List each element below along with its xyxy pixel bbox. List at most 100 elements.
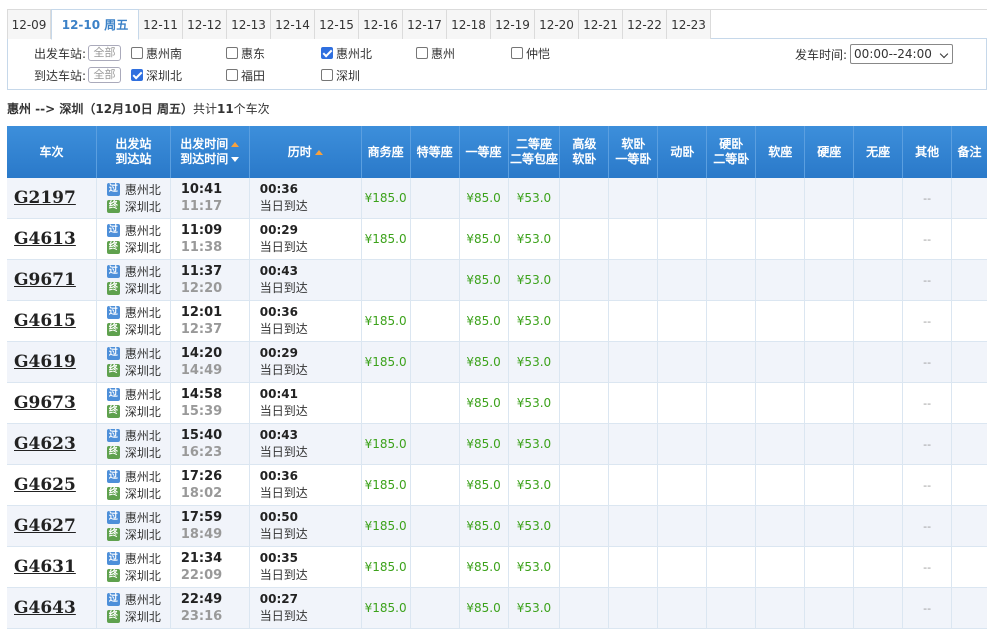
stations-cell: 过惠州北终深圳北 xyxy=(97,547,171,587)
train-number-link[interactable]: G4627 xyxy=(7,506,97,546)
station-checkbox[interactable] xyxy=(226,69,238,81)
to-station[interactable]: 深圳北 xyxy=(125,526,161,543)
date-tab[interactable]: 12-17 xyxy=(403,9,447,39)
table-row: G4619 过惠州北终深圳北 14:20 14:49 00:29 当日到达 ¥185.0 ¥8… xyxy=(7,342,987,383)
arrive-time: 14:49 xyxy=(180,363,223,378)
to-station[interactable]: 深圳北 xyxy=(125,403,161,420)
to-station[interactable]: 深圳北 xyxy=(125,362,161,379)
seat-price: ¥85.0 xyxy=(466,478,501,492)
header-remark: 备注 xyxy=(957,144,982,159)
pass-station-icon: 过 xyxy=(106,265,120,278)
table-row: G4615 过惠州北终深圳北 12:01 12:37 00:36 当日到达 ¥185.0 ¥8… xyxy=(7,301,987,342)
stations-cell: 过惠州北终深圳北 xyxy=(97,342,171,382)
from-station[interactable]: 惠州北 xyxy=(125,222,161,239)
to-station[interactable]: 深圳北 xyxy=(125,280,161,297)
from-station[interactable]: 惠州北 xyxy=(125,181,161,198)
empty-cell xyxy=(411,178,460,218)
date-tab[interactable]: 12-21 xyxy=(579,9,623,39)
station-option[interactable]: 福田 xyxy=(226,67,321,84)
from-station[interactable]: 惠州北 xyxy=(125,427,161,444)
station-checkbox[interactable] xyxy=(511,47,523,59)
to-station[interactable]: 深圳北 xyxy=(125,321,161,338)
from-station[interactable]: 惠州北 xyxy=(125,304,161,321)
to-station[interactable]: 深圳北 xyxy=(125,198,161,215)
date-tab[interactable]: 12-23 xyxy=(667,9,711,39)
to-station[interactable]: 深圳北 xyxy=(125,608,161,625)
from-station[interactable]: 惠州北 xyxy=(125,591,161,608)
from-station[interactable]: 惠州北 xyxy=(125,345,161,362)
empty-cell xyxy=(952,465,987,505)
date-tab[interactable]: 12-19 xyxy=(491,9,535,39)
business-price-cell: ¥185.0 xyxy=(362,219,411,259)
from-station[interactable]: 惠州北 xyxy=(125,509,161,526)
depart-all-button[interactable]: 全部 xyxy=(88,45,121,61)
from-station[interactable]: 惠州北 xyxy=(125,386,161,403)
train-number-link[interactable]: G4613 xyxy=(7,219,97,259)
second-price-cell: ¥53.0 xyxy=(509,260,561,300)
terminal-station-icon: 终 xyxy=(106,569,120,582)
depart-time: 11:09 xyxy=(180,223,223,238)
train-number-link[interactable]: G4619 xyxy=(7,342,97,382)
date-tab[interactable]: 12-15 xyxy=(315,9,359,39)
to-station[interactable]: 深圳北 xyxy=(125,239,161,256)
from-station[interactable]: 惠州北 xyxy=(125,550,161,567)
first-price-cell: ¥85.0 xyxy=(460,301,509,341)
station-option[interactable]: 深圳北 xyxy=(131,67,226,84)
arrive-all-button[interactable]: 全部 xyxy=(88,67,121,83)
seat-price: ¥185.0 xyxy=(364,519,407,533)
other-cell: -- xyxy=(903,178,953,218)
to-station[interactable]: 深圳北 xyxy=(125,567,161,584)
station-option[interactable]: 仲恺 xyxy=(511,45,606,62)
train-number-link[interactable]: G4643 xyxy=(7,588,97,628)
depart-time-select[interactable]: 00:00--24:00 xyxy=(850,44,954,64)
arrive-time: 12:37 xyxy=(180,322,223,337)
second-price-cell: ¥53.0 xyxy=(509,178,561,218)
empty-cell xyxy=(707,219,757,259)
train-number-link[interactable]: G4631 xyxy=(7,547,97,587)
train-number-link[interactable]: G9671 xyxy=(7,260,97,300)
station-checkbox[interactable] xyxy=(131,69,143,81)
station-checkbox[interactable] xyxy=(416,47,428,59)
date-tab[interactable]: 12-20 xyxy=(535,9,579,39)
sort-up-icon xyxy=(314,149,323,155)
station-checkbox[interactable] xyxy=(131,47,143,59)
train-number-link[interactable]: G9673 xyxy=(7,383,97,423)
arrive-day: 当日到达 xyxy=(259,199,308,213)
from-station[interactable]: 惠州北 xyxy=(125,263,161,280)
depart-time-label: 发车时间: xyxy=(795,47,848,62)
station-option[interactable]: 惠东 xyxy=(226,45,321,62)
station-checkbox[interactable] xyxy=(321,69,333,81)
second-price-cell: ¥53.0 xyxy=(509,424,561,464)
date-tab[interactable]: 12-09 xyxy=(7,9,51,39)
station-option[interactable]: 惠州北 xyxy=(321,45,416,62)
date-tab[interactable]: 12-14 xyxy=(271,9,315,39)
date-tab[interactable]: 12-13 xyxy=(227,9,271,39)
train-number-link[interactable]: G4615 xyxy=(7,301,97,341)
to-station[interactable]: 深圳北 xyxy=(125,444,161,461)
station-checkbox[interactable] xyxy=(321,47,333,59)
arrive-day: 当日到达 xyxy=(259,281,308,295)
first-price-cell: ¥85.0 xyxy=(460,260,509,300)
other-cell: -- xyxy=(903,301,953,341)
date-tab[interactable]: 12-12 xyxy=(183,9,227,39)
train-number-link[interactable]: G2197 xyxy=(7,178,97,218)
station-option[interactable]: 深圳 xyxy=(321,67,416,84)
arrive-time: 11:38 xyxy=(180,240,223,255)
station-option[interactable]: 惠州 xyxy=(416,45,511,62)
to-station[interactable]: 深圳北 xyxy=(125,485,161,502)
date-tab[interactable]: 12-11 xyxy=(139,9,183,39)
header-duration[interactable]: 历时 xyxy=(250,126,362,178)
date-tab[interactable]: 12-18 xyxy=(447,9,491,39)
empty-cell xyxy=(560,178,610,218)
date-tab[interactable]: 12-16 xyxy=(359,9,403,39)
date-tab[interactable]: 12-22 xyxy=(623,9,667,39)
train-number-link[interactable]: G4623 xyxy=(7,424,97,464)
seat-price: ¥185.0 xyxy=(364,191,407,205)
station-checkbox[interactable] xyxy=(226,47,238,59)
train-number-link[interactable]: G4625 xyxy=(7,465,97,505)
date-tab[interactable]: 12-10 周五 xyxy=(51,9,139,40)
duration: 00:36 xyxy=(259,182,298,196)
header-times[interactable]: 出发时间 到达时间 xyxy=(171,126,250,178)
from-station[interactable]: 惠州北 xyxy=(125,468,161,485)
station-option[interactable]: 惠州南 xyxy=(131,45,226,62)
